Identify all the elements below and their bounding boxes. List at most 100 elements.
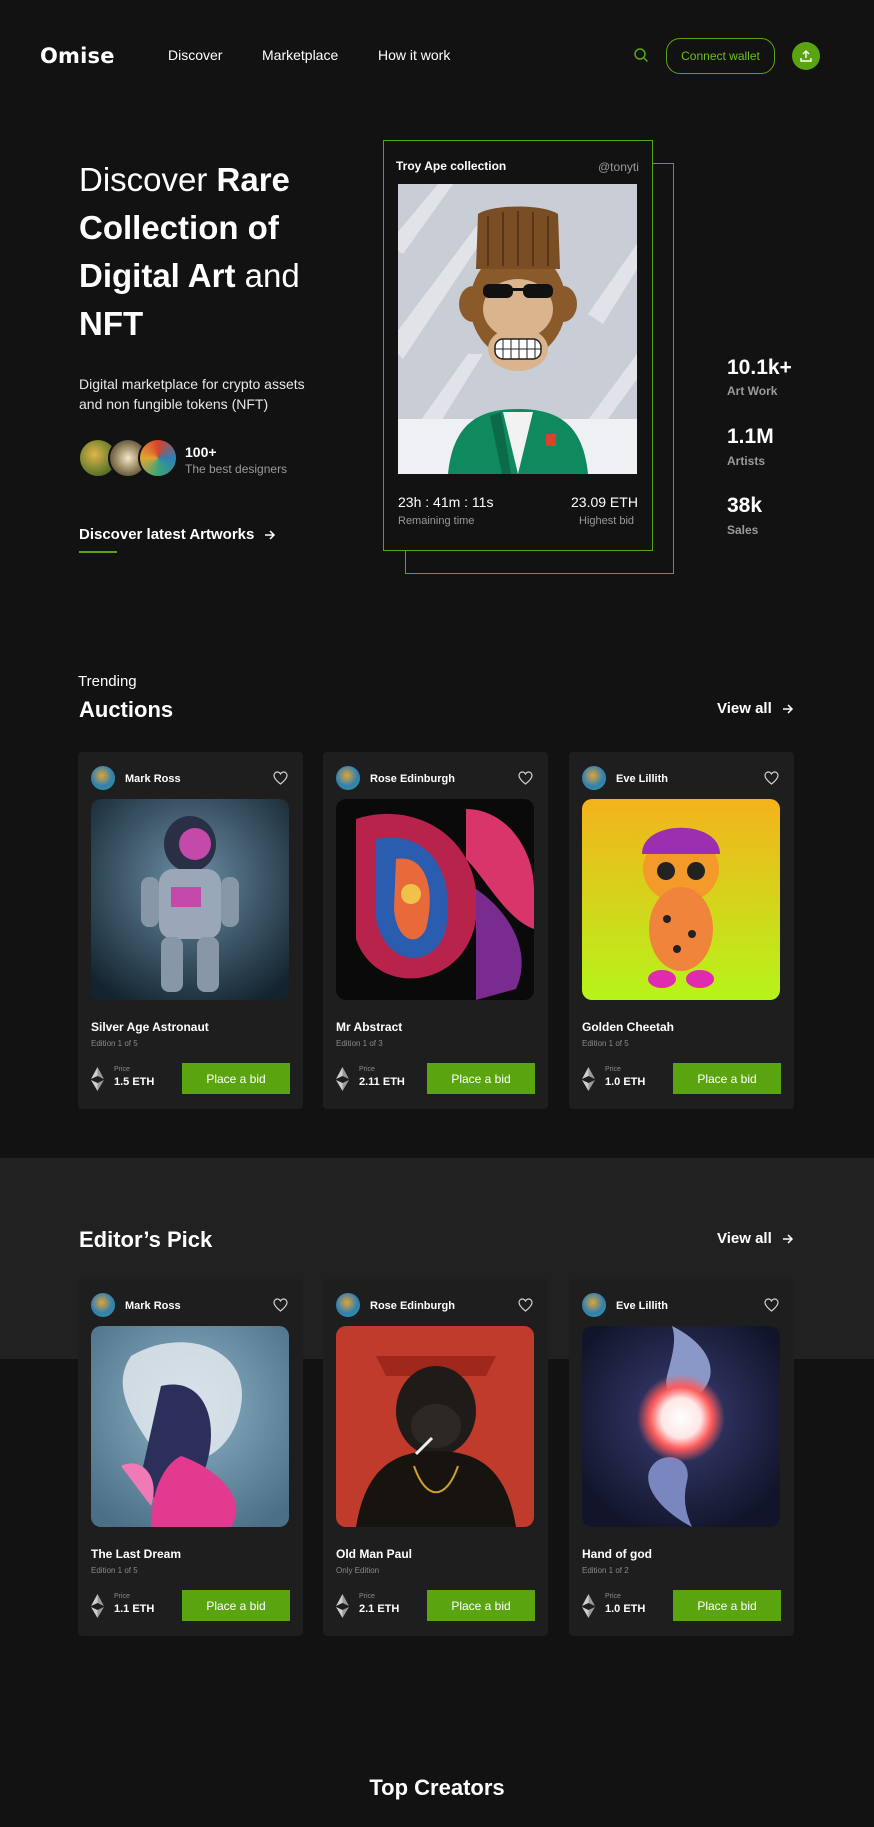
nft-edition: Only Edition bbox=[336, 1566, 380, 1575]
ethereum-icon bbox=[91, 1594, 104, 1618]
collection-handle[interactable]: @tonyti bbox=[598, 160, 639, 174]
search-icon[interactable] bbox=[633, 47, 649, 63]
top-creators-title: Top Creators bbox=[369, 1775, 505, 1800]
nft-image[interactable] bbox=[582, 1326, 780, 1527]
hero-subtitle: Digital marketplace for crypto assets an… bbox=[79, 376, 305, 412]
hero-title: Discover Rare Collection of Digital Art … bbox=[79, 161, 300, 342]
avatar[interactable] bbox=[91, 766, 115, 790]
nft-edition: Edition 1 of 2 bbox=[582, 1566, 629, 1575]
arrow-right-icon bbox=[265, 529, 276, 540]
view-all-label: View all bbox=[717, 700, 772, 717]
ethereum-icon bbox=[336, 1594, 349, 1618]
place-bid-button[interactable]: Place a bid bbox=[673, 1063, 781, 1094]
highest-bid-label: Highest bid bbox=[579, 515, 635, 527]
nft-title[interactable]: Golden Cheetah bbox=[582, 1020, 674, 1034]
nav-how-it-work[interactable]: How it work bbox=[378, 47, 450, 63]
stat-artwork-value: 10.1k+ bbox=[727, 356, 792, 379]
nft-card[interactable]: Eve Lillith Golden Cheetah Edition 1 of 5 P… bbox=[569, 752, 794, 1109]
nft-card[interactable]: Mark Ross Silver Age Astronaut Edition 1 o… bbox=[78, 752, 303, 1109]
heart-icon[interactable] bbox=[518, 771, 533, 785]
auctions-view-all[interactable]: View all bbox=[717, 700, 794, 717]
nft-image[interactable] bbox=[91, 799, 289, 1000]
view-all-label: View all bbox=[717, 1230, 772, 1247]
avatar[interactable] bbox=[582, 1293, 606, 1317]
price-value: 1.0 ETH bbox=[605, 1076, 646, 1088]
nft-image[interactable] bbox=[336, 1326, 534, 1527]
price-value: 2.1 ETH bbox=[359, 1603, 400, 1615]
nft-edition: Edition 1 of 5 bbox=[91, 1039, 138, 1048]
heart-icon[interactable] bbox=[518, 1298, 533, 1312]
nav-marketplace[interactable]: Marketplace bbox=[262, 47, 338, 63]
nft-card[interactable]: Rose Edinburgh Mr Abstract Edition 1 of 3 P… bbox=[323, 752, 548, 1109]
price-label: Price bbox=[605, 1066, 621, 1073]
nav-discover[interactable]: Discover bbox=[168, 47, 222, 63]
logo[interactable]: Omise bbox=[40, 44, 115, 68]
price-value: 1.5 ETH bbox=[114, 1076, 155, 1088]
auctions-title: Auctions bbox=[79, 697, 174, 722]
ethereum-icon bbox=[336, 1067, 349, 1091]
nft-image[interactable] bbox=[336, 799, 534, 1000]
place-bid-button[interactable]: Place a bid bbox=[427, 1590, 535, 1621]
nft-edition: Edition 1 of 5 bbox=[91, 1566, 138, 1575]
designers-count: 100+ bbox=[185, 444, 217, 460]
price-label: Price bbox=[359, 1593, 375, 1600]
ethereum-icon bbox=[91, 1067, 104, 1091]
arrow-right-icon bbox=[782, 1233, 793, 1244]
nft-title[interactable]: Old Man Paul bbox=[336, 1547, 412, 1561]
upload-icon bbox=[800, 50, 812, 62]
price-value: 1.1 ETH bbox=[114, 1603, 155, 1615]
ethereum-icon bbox=[582, 1067, 595, 1091]
nft-title[interactable]: The Last Dream bbox=[91, 1547, 181, 1561]
creator-name[interactable]: Eve Lillith bbox=[616, 1300, 668, 1312]
upload-button[interactable] bbox=[792, 42, 820, 70]
stat-artists-value: 1.1M bbox=[727, 425, 774, 448]
stat-artwork-label: Art Work bbox=[727, 384, 778, 398]
remaining-time: 23h : 41m : 11s bbox=[398, 494, 494, 510]
stat-sales-label: Sales bbox=[727, 523, 759, 537]
avatar[interactable] bbox=[582, 766, 606, 790]
price-label: Price bbox=[114, 1066, 130, 1073]
price-label: Price bbox=[359, 1066, 375, 1073]
price-label: Price bbox=[605, 1593, 621, 1600]
nft-card[interactable]: Mark Ross The Last Dream Edition 1 of 5 Pri… bbox=[78, 1279, 303, 1636]
place-bid-button[interactable]: Place a bid bbox=[427, 1063, 535, 1094]
nft-title[interactable]: Hand of god bbox=[582, 1547, 652, 1561]
stat-artists-label: Artists bbox=[727, 454, 766, 468]
connect-wallet-button[interactable]: Connect wallet bbox=[666, 38, 775, 74]
place-bid-button[interactable]: Place a bid bbox=[182, 1063, 290, 1094]
nft-image[interactable] bbox=[91, 1326, 289, 1527]
avatar bbox=[138, 438, 178, 478]
heart-icon[interactable] bbox=[273, 771, 288, 785]
editors-pick-title: Editor’s Pick bbox=[79, 1227, 213, 1252]
price-label: Price bbox=[114, 1593, 130, 1600]
nft-card[interactable]: Eve Lillith Hand of god Edition 1 of 2 Pric… bbox=[569, 1279, 794, 1636]
nft-edition: Edition 1 of 3 bbox=[336, 1039, 383, 1048]
designer-avatars bbox=[78, 438, 178, 478]
nft-image[interactable] bbox=[582, 799, 780, 1000]
place-bid-button[interactable]: Place a bid bbox=[182, 1590, 290, 1621]
avatar[interactable] bbox=[336, 766, 360, 790]
heart-icon[interactable] bbox=[764, 771, 779, 785]
creator-name[interactable]: Eve Lillith bbox=[616, 773, 668, 785]
trending-eyebrow: Trending bbox=[78, 673, 137, 690]
hero-nft-image[interactable] bbox=[398, 184, 637, 474]
stat-sales-value: 38k bbox=[727, 494, 763, 517]
editors-view-all[interactable]: View all bbox=[717, 1230, 794, 1247]
ethereum-icon bbox=[582, 1594, 595, 1618]
creator-name[interactable]: Mark Ross bbox=[125, 773, 181, 785]
avatar[interactable] bbox=[91, 1293, 115, 1317]
nft-card[interactable]: Rose Edinburgh Old Man Paul Only Edition Pr… bbox=[323, 1279, 548, 1636]
heart-icon[interactable] bbox=[764, 1298, 779, 1312]
place-bid-button[interactable]: Place a bid bbox=[673, 1590, 781, 1621]
heart-icon[interactable] bbox=[273, 1298, 288, 1312]
creator-name[interactable]: Rose Edinburgh bbox=[370, 1300, 455, 1312]
price-value: 2.11 ETH bbox=[359, 1076, 405, 1088]
creator-name[interactable]: Mark Ross bbox=[125, 1300, 181, 1312]
highest-bid: 23.09 ETH bbox=[571, 494, 638, 510]
collection-title: Troy Ape collection bbox=[396, 159, 507, 173]
discover-artworks-link[interactable]: Discover latest Artworks bbox=[79, 526, 276, 543]
avatar[interactable] bbox=[336, 1293, 360, 1317]
creator-name[interactable]: Rose Edinburgh bbox=[370, 773, 455, 785]
nft-title[interactable]: Mr Abstract bbox=[336, 1020, 402, 1034]
nft-title[interactable]: Silver Age Astronaut bbox=[91, 1020, 209, 1034]
